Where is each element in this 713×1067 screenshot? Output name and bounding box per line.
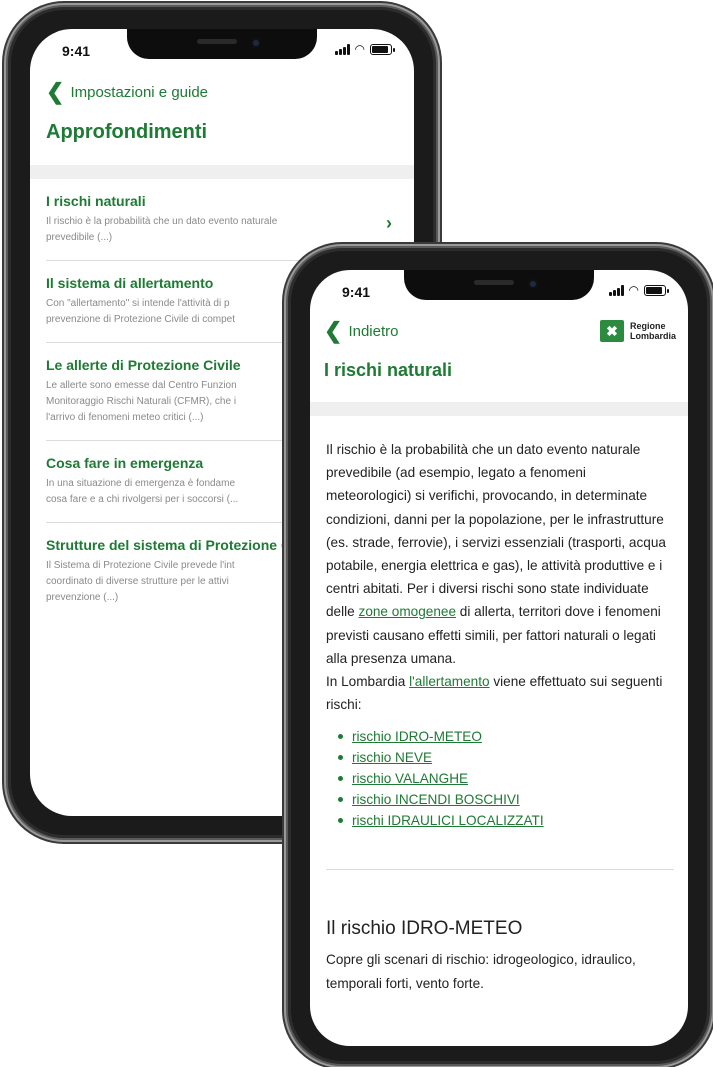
allertamento-link[interactable]: l'allertamento: [409, 674, 489, 689]
nav-back-label[interactable]: Indietro: [348, 323, 398, 340]
chevron-left-icon[interactable]: ❮: [324, 320, 342, 342]
list-item-title: I rischi naturali: [46, 193, 146, 209]
status-icons: ◠: [334, 42, 395, 56]
risk-list-item: rischi IDRAULICI LOCALIZZATI: [338, 810, 674, 831]
back-button[interactable]: ❮ Indietro: [324, 320, 398, 342]
desc-line: coordinato di diverse strutture per le a…: [46, 576, 229, 587]
desc-line: cosa fare e a chi rivolgersi per i socco…: [46, 494, 239, 505]
chevron-right-icon[interactable]: ›: [386, 213, 392, 234]
rose-logo-icon: ✖: [599, 320, 624, 342]
regione-lombardia-logo: ✖ Regione Lombardia: [599, 320, 676, 342]
section-heading: Il rischio IDRO-METEO: [326, 918, 523, 940]
desc-line: In una situazione di emergenza è fondame: [46, 478, 236, 489]
page-title: Approfondimenti: [46, 121, 208, 143]
desc-line: Il Sistema di Protezione Civile prevede …: [46, 560, 235, 571]
desc-line: Le allerte sono emesse dal Centro Funzio…: [46, 380, 237, 391]
risk-list-item: rischio INCENDI BOSCHIVI: [338, 789, 674, 810]
front-phone-frame: 9:41 ◠ ❮ Indietro ✖ Regione Lombardia I r…: [286, 246, 712, 1066]
risk-list-item: rischio IDRO-METEO: [338, 726, 674, 747]
risk-list-item: rischio VALANGHE: [338, 768, 674, 789]
risk-link[interactable]: rischio VALANGHE: [352, 771, 468, 786]
phone-notch: [404, 270, 594, 300]
risk-link[interactable]: rischio NEVE: [352, 750, 432, 765]
status-time: 9:41: [342, 284, 371, 300]
signal-icon: [608, 285, 624, 296]
desc-line: prevedibile (...): [46, 232, 113, 243]
signal-icon: [334, 44, 350, 55]
section-text: Copre gli scenari di rischio: idrogeolog…: [326, 952, 636, 991]
desc-line: Il rischio è la probabilità che un dato …: [46, 216, 278, 227]
risk-list-item: rischio NEVE: [338, 747, 674, 768]
battery-icon: [370, 44, 395, 55]
desc-line: Monitoraggio Rischi Naturali (CFMR), che…: [46, 396, 237, 407]
risk-link[interactable]: rischio INCENDI BOSCHIVI: [352, 792, 520, 807]
nav-back-label[interactable]: Impostazioni e guide: [70, 84, 208, 101]
intro-text: In Lombardia: [326, 674, 406, 690]
desc-line: prevenzione (...): [46, 592, 119, 603]
risk-list: rischio IDRO-METEO rischio NEVE rischio …: [326, 716, 674, 831]
article-body: Il rischio è la probabilità che un dato …: [310, 416, 688, 831]
section-separator: [30, 165, 414, 179]
back-navbar[interactable]: ❮ Impostazioni e guide: [30, 73, 414, 111]
desc-line: Con "allertamento" si intende l'attività…: [46, 298, 230, 309]
camera-icon: [251, 38, 261, 48]
wifi-icon: ◠: [628, 283, 639, 297]
desc-line: l'arrivo di fenomeni meteo critici (...): [46, 412, 204, 423]
intro-paragraph: Il rischio è la probabilità che un dato …: [326, 438, 674, 670]
phone-notch: [127, 29, 317, 59]
risk-link[interactable]: rischi IDRAULICI LOCALIZZATI: [352, 813, 544, 828]
detail-navbar: ❮ Indietro ✖ Regione Lombardia: [310, 314, 688, 348]
status-icons: ◠: [608, 283, 669, 297]
chevron-left-icon[interactable]: ❮: [46, 81, 64, 103]
logo-text: Regione Lombardia: [630, 321, 676, 341]
front-phone-screen: 9:41 ◠ ❮ Indietro ✖ Regione Lombardia I r…: [310, 270, 688, 1046]
logo-line: Regione: [629, 321, 666, 331]
speaker-grille: [474, 280, 514, 285]
desc-line: prevenzione di Protezione Civile di comp…: [46, 314, 235, 325]
camera-icon: [528, 279, 538, 289]
intro-text: Il rischio è la probabilità che un dato …: [326, 442, 666, 620]
list-item-desc: Il rischio è la probabilità che un dato …: [46, 214, 358, 246]
battery-icon: [644, 285, 669, 296]
intro-paragraph-2: In Lombardia l'allertamento viene effett…: [326, 670, 674, 716]
risk-link[interactable]: rischio IDRO-METEO: [352, 729, 482, 744]
wifi-icon: ◠: [354, 42, 365, 56]
status-time: 9:41: [62, 43, 91, 59]
section-separator: [310, 402, 688, 416]
page-title: I rischi naturali: [324, 360, 453, 380]
speaker-grille: [197, 39, 237, 44]
zone-omogenee-link[interactable]: zone omogenee: [359, 604, 457, 619]
logo-line: Lombardia: [629, 331, 676, 341]
